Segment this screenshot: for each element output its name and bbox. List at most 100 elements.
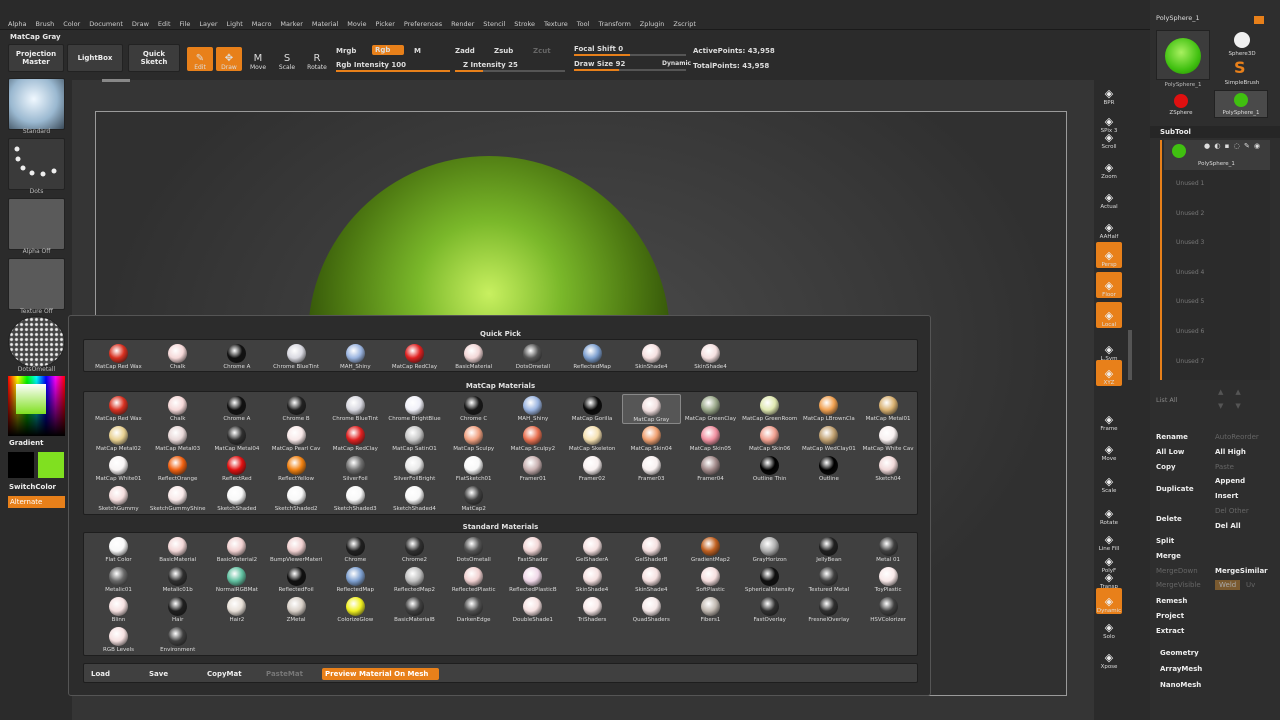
material-swatch[interactable]: JellyBean [799, 535, 858, 565]
material-swatch[interactable]: MAH_Shiny [503, 394, 562, 424]
load-button[interactable]: Load [88, 668, 113, 680]
gradient-label[interactable]: Gradient [9, 439, 43, 447]
delete-button[interactable]: Delete [1156, 515, 1182, 523]
dynamic-toggle[interactable]: Dynamic [662, 60, 691, 67]
material-swatch[interactable]: GelShaderA [563, 535, 622, 565]
material-swatch[interactable]: Chrome C [444, 394, 503, 424]
unused-subtool-slot[interactable]: Unused 7 [1176, 358, 1204, 365]
material-swatch[interactable]: ZMetal [267, 595, 326, 625]
material-swatch[interactable]: SketchGummy [89, 484, 148, 514]
material-swatch[interactable]: Metal 01 [859, 535, 918, 565]
tool-transp[interactable]: ◈ Transp [1096, 564, 1122, 591]
material-swatch[interactable]: MatCap2 [444, 484, 503, 514]
material-swatch[interactable]: Chrome [326, 535, 385, 565]
material-swatch[interactable]: MatCap LBrownCla [799, 394, 858, 424]
material-swatch[interactable]: MatCap White Cav [859, 424, 918, 454]
material-swatch[interactable]: Chrome BlueTint [267, 342, 326, 372]
material-swatch[interactable]: Outline [799, 454, 858, 484]
unused-subtool-slot[interactable]: Unused 2 [1176, 210, 1204, 217]
tool-floor[interactable]: ◈ Floor [1096, 272, 1122, 298]
material-swatch[interactable]: Framer02 [563, 454, 622, 484]
material-swatch[interactable]: SketchGummyShine [148, 484, 207, 514]
material-swatch[interactable]: DoubleShade1 [503, 595, 562, 625]
menu-texture[interactable]: Texture [544, 20, 568, 28]
tool-aahalf[interactable]: ◈ AAHalf [1096, 214, 1122, 241]
material-swatch[interactable]: MatCap Gray [621, 394, 681, 424]
insert-button[interactable]: Insert [1215, 492, 1238, 500]
material-swatch[interactable]: MatCap GreenRoom [740, 394, 799, 424]
unused-subtool-slot[interactable]: Unused 1 [1176, 180, 1204, 187]
quick-sketch-button[interactable]: Quick Sketch [128, 44, 180, 72]
tool-frame[interactable]: ◈ Frame [1096, 406, 1122, 433]
rgb-intensity-slider[interactable] [336, 70, 450, 72]
tool-persp[interactable]: ◈ Persp [1096, 242, 1122, 268]
material-swatch[interactable]: Chrome2 [385, 535, 444, 565]
switchcolor-button[interactable]: SwitchColor [9, 483, 56, 491]
menu-alpha[interactable]: Alpha [8, 20, 26, 28]
menu-marker[interactable]: Marker [280, 20, 302, 28]
tool-move[interactable]: ◈ Move [1096, 436, 1122, 463]
extract-button[interactable]: Extract [1156, 627, 1184, 635]
menu-draw[interactable]: Draw [132, 20, 149, 28]
material-swatch[interactable]: BasicMaterial [444, 342, 503, 372]
tool-rotate[interactable]: ◈ Rotate [1096, 500, 1122, 527]
menu-stroke[interactable]: Stroke [514, 20, 535, 28]
unused-subtool-slot[interactable]: Unused 4 [1176, 269, 1204, 276]
material-swatch[interactable]: MatCap Skin04 [622, 424, 681, 454]
menu-picker[interactable]: Picker [376, 20, 395, 28]
uv-toggle[interactable]: Uv [1246, 581, 1255, 589]
material-swatch[interactable]: BasicMaterial2 [207, 535, 266, 565]
material-swatch[interactable]: Framer04 [681, 454, 740, 484]
tool-xyz[interactable]: ◈ XYZ [1096, 360, 1122, 386]
material-swatch[interactable]: MatCap Skeleton [563, 424, 622, 454]
copymat-button[interactable]: CopyMat [204, 668, 245, 680]
material-swatch[interactable]: Chrome A [207, 342, 266, 372]
material-thumbnail[interactable] [8, 316, 65, 368]
secondary-color-swatch[interactable] [8, 452, 34, 478]
mergevisible-button[interactable]: MergeVisible [1156, 581, 1201, 589]
duplicate-button[interactable]: Duplicate [1156, 485, 1194, 493]
rgb-button[interactable]: Rgb [372, 45, 405, 55]
menu-color[interactable]: Color [63, 20, 80, 28]
material-swatch[interactable]: NormalRGBMat [207, 565, 266, 595]
alpha-thumbnail[interactable] [8, 198, 65, 250]
material-swatch[interactable]: Chrome BlueTint [326, 394, 385, 424]
material-swatch[interactable]: SkinShade4 [563, 565, 622, 595]
menu-render[interactable]: Render [451, 20, 474, 28]
material-swatch[interactable]: Environment [148, 625, 207, 655]
draw-size-slider[interactable] [574, 69, 686, 71]
material-swatch[interactable]: SkinShade4 [681, 342, 740, 372]
append-button[interactable]: Append [1215, 477, 1245, 485]
unused-subtool-slot[interactable]: Unused 3 [1176, 239, 1204, 246]
current-tool-thumbnail[interactable] [1156, 30, 1210, 80]
mrgb-button[interactable]: Mrgb [336, 47, 356, 55]
focal-shift-slider[interactable] [574, 54, 686, 56]
mergesimilar-button[interactable]: MergeSimilar [1215, 567, 1268, 575]
material-swatch[interactable]: RGB Levels [89, 625, 148, 655]
tool-scale[interactable]: ◈ Scale [1096, 468, 1122, 495]
menu-transform[interactable]: Transform [598, 20, 630, 28]
material-swatch[interactable]: MatCap RedClay [326, 424, 385, 454]
material-swatch[interactable]: DotsOmetall [444, 535, 503, 565]
material-swatch[interactable]: SkinShade4 [622, 565, 681, 595]
material-swatch[interactable]: ReflectedMap [326, 565, 385, 595]
remesh-button[interactable]: Remesh [1156, 597, 1187, 605]
material-swatch[interactable]: DarkenEdge [444, 595, 503, 625]
menu-file[interactable]: File [180, 20, 191, 28]
mergedown-button[interactable]: MergeDown [1156, 567, 1198, 575]
material-swatch[interactable]: GrayHorizon [740, 535, 799, 565]
material-swatch[interactable]: ReflectRed [207, 454, 266, 484]
stroke-thumbnail[interactable] [8, 138, 65, 190]
material-swatch[interactable]: MatCap Pearl Cav [267, 424, 326, 454]
scale-button[interactable]: S Scale [274, 47, 300, 71]
material-swatch[interactable]: Metalic01 [89, 565, 148, 595]
sphere3d-icon[interactable] [1234, 32, 1250, 48]
tool-menu-icon[interactable] [1254, 16, 1264, 24]
copy-button[interactable]: Copy [1156, 463, 1176, 471]
material-swatch[interactable]: MatCap RedClay [385, 342, 444, 372]
tool-xpose[interactable]: ◈ Xpose [1096, 644, 1122, 671]
material-swatch[interactable]: SketchShaded4 [385, 484, 444, 514]
tool-actual[interactable]: ◈ Actual [1096, 184, 1122, 211]
all-low-button[interactable]: All Low [1156, 448, 1184, 456]
tool-solo[interactable]: ◈ Solo [1096, 614, 1122, 641]
